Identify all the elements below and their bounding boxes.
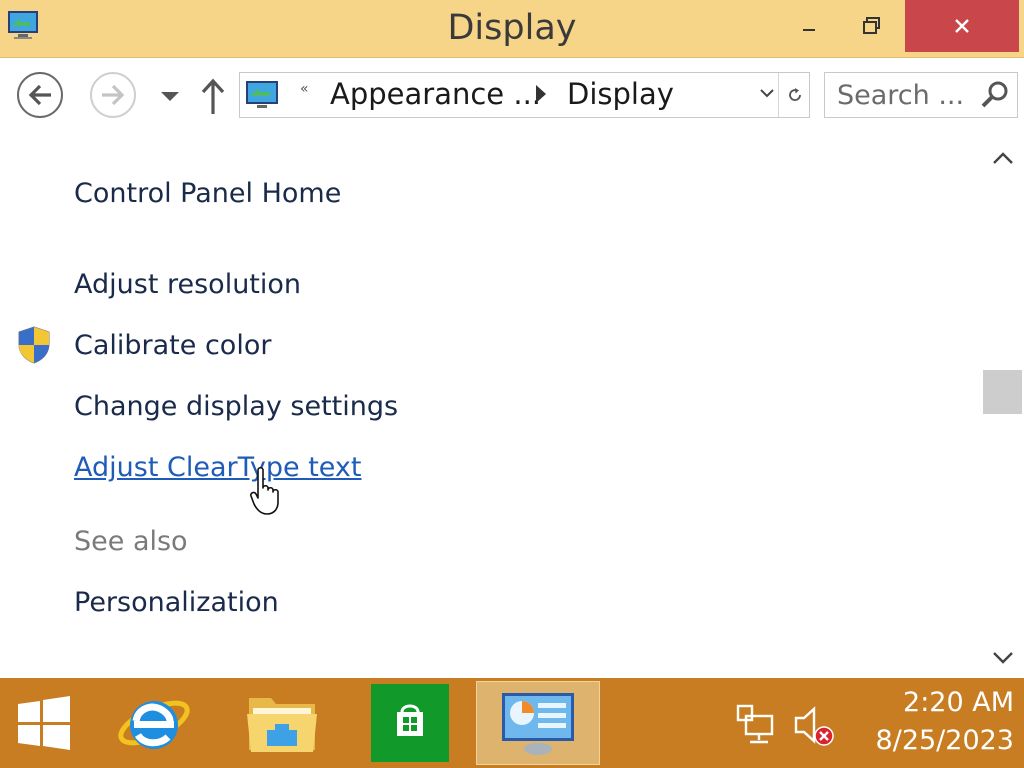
minimize-button[interactable] bbox=[777, 0, 841, 52]
address-dropdown-icon[interactable] bbox=[758, 86, 776, 100]
breadcrumb-separator-icon[interactable] bbox=[536, 85, 546, 103]
change-display-settings-link[interactable]: Change display settings bbox=[74, 391, 398, 422]
network-icon[interactable] bbox=[732, 704, 778, 746]
windows-logo-icon bbox=[18, 696, 70, 750]
scroll-up-button[interactable] bbox=[981, 138, 1024, 178]
start-button[interactable] bbox=[0, 678, 88, 768]
vertical-scrollbar[interactable] bbox=[981, 138, 1024, 678]
maximize-icon bbox=[863, 17, 880, 34]
arrow-left-icon bbox=[28, 84, 51, 106]
task-pane: Control Panel Home Adjust resolution Cal… bbox=[0, 138, 980, 678]
chevron-up-icon bbox=[992, 152, 1013, 164]
display-control-panel-taskbar-button[interactable] bbox=[476, 681, 600, 765]
uac-shield-icon bbox=[18, 326, 50, 364]
title-bar[interactable]: Display bbox=[0, 0, 1024, 58]
search-icon[interactable] bbox=[979, 79, 1011, 111]
arrow-right-icon bbox=[102, 84, 125, 106]
back-button[interactable] bbox=[17, 72, 63, 118]
internet-explorer-icon bbox=[118, 700, 190, 749]
address-overflow-chevron[interactable]: « bbox=[300, 81, 309, 97]
control-panel-home-link[interactable]: Control Panel Home bbox=[74, 178, 341, 209]
adjust-cleartype-text-link[interactable]: Adjust ClearType text bbox=[74, 452, 361, 483]
refresh-icon bbox=[789, 88, 801, 101]
volume-muted-icon[interactable] bbox=[792, 704, 838, 746]
clock-time: 2:20 AM bbox=[903, 687, 1014, 718]
address-bar[interactable]: « Appearance ... Display bbox=[239, 72, 810, 118]
internet-explorer-button[interactable] bbox=[112, 678, 196, 768]
display-control-panel-icon bbox=[246, 81, 278, 108]
calibrate-color-link[interactable]: Calibrate color bbox=[74, 330, 271, 361]
minimize-icon bbox=[803, 29, 815, 31]
close-button[interactable] bbox=[905, 0, 1019, 52]
taskbar: 2:20 AM 8/25/2023 bbox=[0, 678, 1024, 768]
forward-button[interactable] bbox=[90, 72, 136, 118]
adjust-resolution-link[interactable]: Adjust resolution bbox=[74, 269, 301, 300]
breadcrumb-display[interactable]: Display bbox=[567, 77, 674, 111]
see-also-heading: See also bbox=[74, 526, 188, 557]
arrow-up-icon[interactable] bbox=[198, 76, 228, 116]
taskbar-clock[interactable]: 2:20 AM 8/25/2023 bbox=[850, 684, 1014, 760]
maximize-button[interactable] bbox=[841, 0, 903, 52]
file-explorer-button[interactable] bbox=[240, 678, 324, 768]
breadcrumb-appearance[interactable]: Appearance ... bbox=[330, 77, 541, 111]
chevron-down-icon bbox=[992, 652, 1013, 664]
close-icon bbox=[955, 19, 969, 33]
store-icon bbox=[371, 684, 449, 762]
display-control-panel-icon bbox=[502, 693, 574, 755]
clock-date: 8/25/2023 bbox=[875, 725, 1014, 756]
search-input[interactable] bbox=[837, 78, 977, 112]
file-explorer-icon bbox=[247, 698, 317, 752]
hand-cursor-icon bbox=[250, 466, 279, 515]
search-box[interactable] bbox=[824, 72, 1018, 118]
scroll-down-button[interactable] bbox=[981, 638, 1024, 678]
personalization-link[interactable]: Personalization bbox=[74, 587, 279, 618]
scrollbar-thumb[interactable] bbox=[983, 370, 1022, 414]
navigation-bar: « Appearance ... Display bbox=[0, 58, 1024, 138]
store-button[interactable] bbox=[368, 678, 452, 768]
chevron-down-icon[interactable] bbox=[158, 86, 182, 106]
refresh-button[interactable] bbox=[778, 73, 811, 117]
